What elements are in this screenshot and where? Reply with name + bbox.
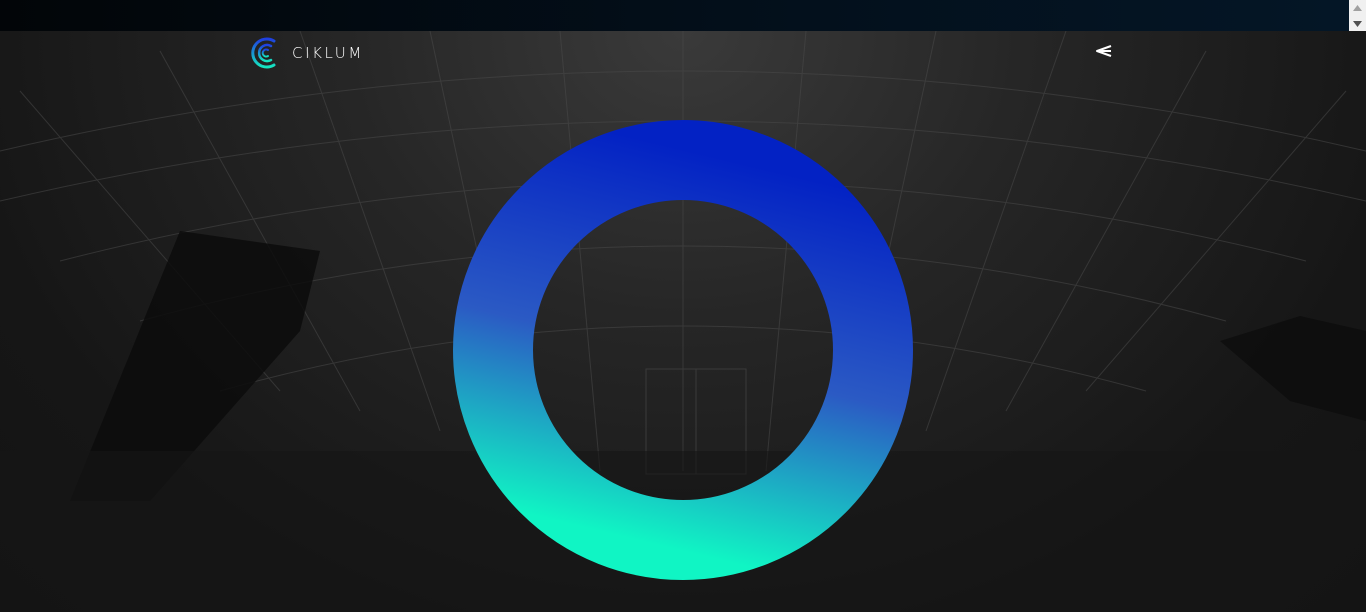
vertical-scrollbar[interactable] bbox=[1349, 0, 1366, 31]
ciklum-logo-icon bbox=[251, 37, 276, 69]
gradient-ring-graphic bbox=[453, 120, 913, 580]
hero-section: CIKLUM bbox=[0, 31, 1366, 612]
scroll-up-arrow-icon[interactable] bbox=[1349, 0, 1366, 15]
ciklum-logo[interactable]: CIKLUM bbox=[248, 35, 364, 71]
share-icon[interactable] bbox=[1094, 43, 1114, 59]
browser-top-strip bbox=[0, 0, 1349, 31]
scroll-down-arrow-icon[interactable] bbox=[1349, 16, 1366, 31]
brand-name: CIKLUM bbox=[292, 44, 364, 62]
